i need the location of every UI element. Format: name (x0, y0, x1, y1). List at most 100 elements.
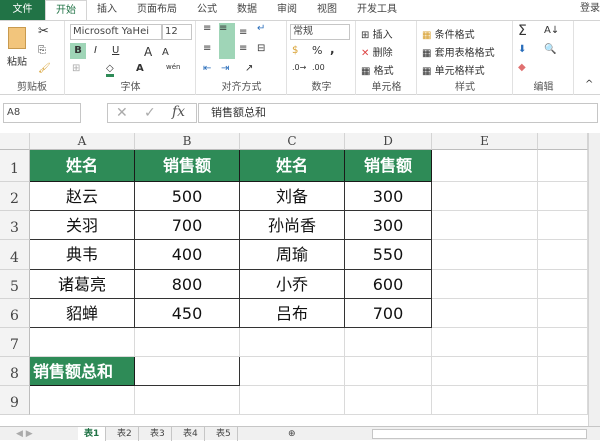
borders-icon[interactable]: ⊞ (72, 63, 80, 74)
cell[interactable] (135, 328, 240, 357)
currency-icon[interactable]: $ (292, 45, 298, 56)
font-name-select[interactable]: Microsoft YaHei (70, 24, 162, 40)
find-icon[interactable]: 🔍 (544, 44, 556, 55)
cell[interactable] (345, 386, 432, 415)
cut-icon[interactable]: ✂ (38, 24, 49, 39)
format-as-table-button[interactable]: ▦ 套用表格格式 (422, 44, 495, 59)
data-cell[interactable]: 500 (135, 182, 240, 211)
data-cell[interactable]: 赵云 (30, 182, 135, 211)
row-header-6[interactable]: 6 (0, 299, 30, 328)
sheet-tab-5[interactable]: 表5 (210, 427, 238, 441)
cell[interactable] (538, 182, 588, 211)
phonetic-button[interactable]: wén (166, 63, 180, 71)
tab-home[interactable]: 开始 (45, 0, 87, 20)
decrease-decimal-icon[interactable]: .00 (312, 63, 325, 72)
column-header-E[interactable]: E (432, 133, 538, 150)
scroll-sheets-icon[interactable]: ◀ ▶ (10, 427, 39, 441)
data-cell[interactable]: 300 (345, 211, 432, 240)
autosum-button[interactable]: Σ (518, 23, 527, 39)
align-left-icon[interactable]: ≡ (203, 43, 211, 54)
sheet-tab-4[interactable]: 表4 (177, 427, 205, 441)
cell[interactable] (135, 386, 240, 415)
horizontal-scrollbar[interactable] (372, 429, 587, 439)
cell[interactable] (240, 328, 345, 357)
cell[interactable] (538, 211, 588, 240)
select-all-corner[interactable] (0, 133, 30, 150)
data-cell[interactable]: 400 (135, 240, 240, 270)
cell[interactable] (432, 150, 538, 182)
cell[interactable] (538, 299, 588, 328)
paste-button[interactable]: 粘贴 (7, 53, 27, 68)
enter-icon[interactable]: ✓ (144, 105, 156, 121)
tab-insert[interactable]: 插入 (87, 0, 127, 20)
fill-color-icon[interactable]: ◇ (106, 63, 114, 77)
copy-icon[interactable]: ⎘ (38, 45, 46, 56)
row-header-1[interactable]: 1 (0, 150, 30, 182)
align-bottom-icon[interactable]: ≡ (239, 27, 247, 38)
column-header-A[interactable]: A (30, 133, 135, 150)
tab-review[interactable]: 审阅 (267, 0, 307, 20)
vertical-scrollbar[interactable] (588, 133, 600, 426)
data-cell[interactable]: 吕布 (240, 299, 345, 328)
paste-icon[interactable] (8, 27, 26, 49)
column-header-D[interactable]: D (345, 133, 432, 150)
align-right-icon[interactable]: ≡ (239, 43, 247, 54)
column-header-F[interactable] (538, 133, 588, 150)
login-link[interactable]: 登录 (580, 0, 600, 18)
conditional-format-button[interactable]: ▦ 条件格式 (422, 26, 475, 41)
cell[interactable] (30, 328, 135, 357)
increase-decimal-icon[interactable]: .0→ (292, 63, 306, 72)
fill-icon[interactable]: ⬇ (518, 44, 526, 55)
data-cell[interactable]: 600 (345, 270, 432, 299)
format-cells-button[interactable]: ▦ 格式 (361, 62, 394, 77)
data-cell[interactable]: 450 (135, 299, 240, 328)
cell[interactable] (345, 357, 432, 386)
tab-view[interactable]: 视图 (307, 0, 347, 20)
data-cell[interactable]: 小乔 (240, 270, 345, 299)
cancel-icon[interactable]: ✕ (116, 105, 128, 121)
cell[interactable] (30, 386, 135, 415)
cell[interactable] (240, 386, 345, 415)
cell-a8[interactable]: 销售额总和 (30, 357, 135, 386)
cell[interactable] (345, 328, 432, 357)
cell[interactable] (538, 270, 588, 299)
bold-button[interactable]: B (70, 43, 86, 59)
cell[interactable] (432, 270, 538, 299)
cell[interactable] (432, 299, 538, 328)
header-cell[interactable]: 姓名 (240, 150, 345, 182)
cell[interactable] (432, 211, 538, 240)
row-header-7[interactable]: 7 (0, 328, 30, 357)
header-cell[interactable]: 销售额 (135, 150, 240, 182)
tab-file[interactable]: 文件 (0, 0, 45, 20)
data-cell[interactable]: 刘备 (240, 182, 345, 211)
percent-button[interactable]: % (312, 44, 322, 57)
wrap-text-icon[interactable]: ↵ (257, 23, 265, 34)
cell[interactable] (240, 357, 345, 386)
orientation-icon[interactable]: ↗ (245, 63, 253, 74)
data-cell[interactable]: 周瑜 (240, 240, 345, 270)
underline-button[interactable]: U (112, 45, 119, 56)
increase-indent-icon[interactable]: ⇥ (221, 63, 229, 74)
data-cell[interactable]: 典韦 (30, 240, 135, 270)
data-cell[interactable]: 700 (345, 299, 432, 328)
column-header-C[interactable]: C (240, 133, 345, 150)
data-cell[interactable]: 300 (345, 182, 432, 211)
new-sheet-button[interactable]: ⊕ (282, 427, 302, 441)
data-cell[interactable]: 800 (135, 270, 240, 299)
row-header-8[interactable]: 8 (0, 357, 30, 386)
cell[interactable] (432, 386, 538, 415)
cell-styles-button[interactable]: ▦ 单元格样式 (422, 62, 485, 77)
cell[interactable] (432, 240, 538, 270)
delete-cells-button[interactable]: ✕ 删除 (361, 44, 393, 59)
insert-cells-button[interactable]: ⊞ 插入 (361, 26, 393, 41)
header-cell[interactable]: 销售额 (345, 150, 432, 182)
cell-b8[interactable] (135, 357, 240, 386)
cell[interactable] (538, 240, 588, 270)
sort-filter-icon[interactable]: A↓ (544, 25, 559, 36)
row-header-3[interactable]: 3 (0, 211, 30, 240)
data-cell[interactable]: 貂蝉 (30, 299, 135, 328)
tab-data[interactable]: 数据 (227, 0, 267, 20)
font-color-button[interactable]: A (136, 63, 144, 74)
align-top-icon[interactable]: ≡ (203, 23, 211, 34)
cell[interactable] (538, 328, 588, 357)
